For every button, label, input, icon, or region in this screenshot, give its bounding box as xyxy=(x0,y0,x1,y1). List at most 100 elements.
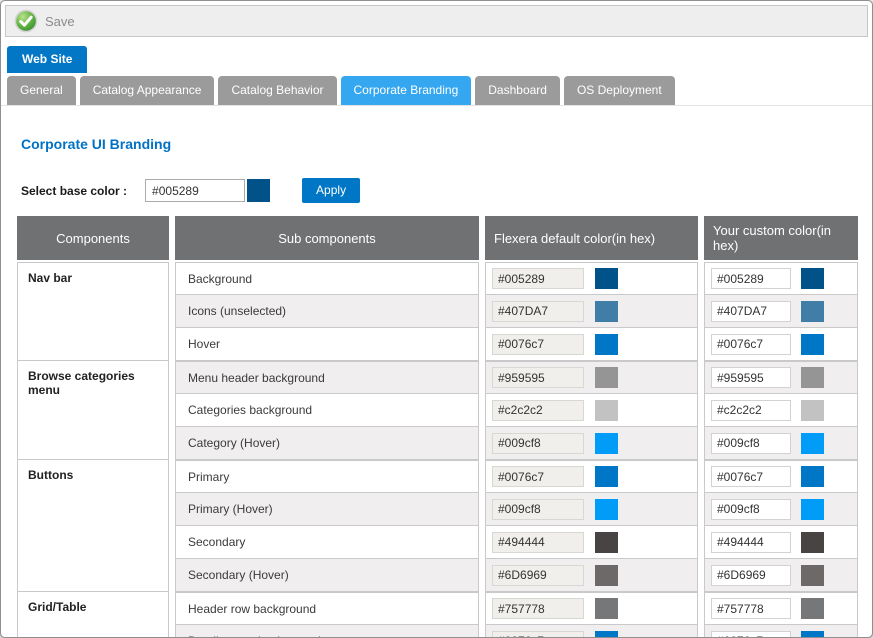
custom-color-cell xyxy=(704,427,858,460)
tab-catalog-appearance[interactable]: Catalog Appearance xyxy=(80,76,215,105)
sub-component-cell: Icons (unselected) xyxy=(175,295,479,328)
custom-color-cell xyxy=(704,460,858,493)
custom-hex-input[interactable] xyxy=(711,334,791,355)
table-row: Categories background xyxy=(175,394,858,427)
default-color-swatch xyxy=(595,499,618,520)
table-row: Secondary xyxy=(175,526,858,559)
flexera-default-cell xyxy=(485,559,698,592)
default-hex-value xyxy=(492,301,584,322)
custom-color-swatch[interactable] xyxy=(801,532,824,553)
flexera-default-cell xyxy=(485,493,698,526)
default-color-swatch xyxy=(595,466,618,487)
tab-corporate-branding[interactable]: Corporate Branding xyxy=(341,76,472,105)
default-hex-value xyxy=(492,631,584,638)
default-hex-value xyxy=(492,268,584,289)
sub-component-cell: Header row background xyxy=(175,592,479,625)
branding-table-header: Components Sub components Flexera defaul… xyxy=(17,216,858,260)
tab-bar: GeneralCatalog AppearanceCatalog Behavio… xyxy=(1,73,872,106)
custom-color-cell xyxy=(704,295,858,328)
custom-color-cell xyxy=(704,493,858,526)
base-color-row: Select base color : Apply xyxy=(21,178,856,203)
custom-color-cell xyxy=(704,361,858,394)
custom-color-swatch[interactable] xyxy=(801,433,824,454)
sub-component-cell: Banding row background xyxy=(175,625,479,638)
tab-general[interactable]: General xyxy=(7,76,76,105)
default-hex-value xyxy=(492,565,584,586)
custom-hex-input[interactable] xyxy=(711,598,791,619)
flexera-default-cell xyxy=(485,625,698,638)
save-label: Save xyxy=(45,14,75,29)
base-color-label: Select base color : xyxy=(21,184,127,198)
custom-color-swatch[interactable] xyxy=(801,367,824,388)
component-group: ButtonsPrimaryPrimary (Hover)SecondarySe… xyxy=(17,460,858,592)
save-check-icon xyxy=(14,9,38,33)
sub-component-cell: Menu header background xyxy=(175,361,479,394)
custom-color-swatch[interactable] xyxy=(801,268,824,289)
custom-hex-input[interactable] xyxy=(711,268,791,289)
custom-hex-input[interactable] xyxy=(711,499,791,520)
apply-button[interactable]: Apply xyxy=(302,178,360,203)
custom-color-swatch[interactable] xyxy=(801,565,824,586)
default-hex-value xyxy=(492,598,584,619)
custom-hex-input[interactable] xyxy=(711,301,791,322)
default-hex-value xyxy=(492,367,584,388)
tab-dashboard[interactable]: Dashboard xyxy=(475,76,560,105)
component-cell: Buttons xyxy=(17,460,169,592)
default-color-swatch xyxy=(595,268,618,289)
custom-hex-input[interactable] xyxy=(711,631,791,638)
custom-hex-input[interactable] xyxy=(711,400,791,421)
tab-os-deployment[interactable]: OS Deployment xyxy=(564,76,675,105)
tab-web-site[interactable]: Web Site xyxy=(7,46,87,73)
sub-component-cell: Secondary (Hover) xyxy=(175,559,479,592)
custom-hex-input[interactable] xyxy=(711,466,791,487)
custom-color-cell xyxy=(704,394,858,427)
custom-color-swatch[interactable] xyxy=(801,499,824,520)
default-color-swatch xyxy=(595,433,618,454)
component-group: Browse categories menuMenu header backgr… xyxy=(17,361,858,460)
table-row: Icons (unselected) xyxy=(175,295,858,328)
custom-hex-input[interactable] xyxy=(711,565,791,586)
branding-table-body: Nav barBackgroundIcons (unselected)Hover… xyxy=(17,262,858,638)
custom-color-cell xyxy=(704,625,858,638)
default-color-swatch xyxy=(595,631,618,638)
custom-hex-input[interactable] xyxy=(711,367,791,388)
base-color-swatch[interactable] xyxy=(247,179,270,202)
default-hex-value xyxy=(492,499,584,520)
flexera-default-cell xyxy=(485,328,698,361)
custom-color-swatch[interactable] xyxy=(801,334,824,355)
toolbar: Save xyxy=(5,5,868,37)
default-color-swatch xyxy=(595,400,618,421)
flexera-default-cell xyxy=(485,262,698,295)
flexera-default-cell xyxy=(485,526,698,559)
table-row: Primary (Hover) xyxy=(175,493,858,526)
custom-color-swatch[interactable] xyxy=(801,598,824,619)
header-sub-components: Sub components xyxy=(175,216,479,260)
table-row: Background xyxy=(175,262,858,295)
default-color-swatch xyxy=(595,367,618,388)
base-color-input[interactable] xyxy=(145,179,245,202)
default-color-swatch xyxy=(595,565,618,586)
sub-component-cell: Background xyxy=(175,262,479,295)
default-color-swatch xyxy=(595,301,618,322)
header-your-custom: Your custom color(in hex) xyxy=(704,216,858,260)
corporate-branding-panel: Corporate UI Branding Select base color … xyxy=(1,136,872,638)
custom-color-swatch[interactable] xyxy=(801,631,824,638)
default-color-swatch xyxy=(595,532,618,553)
tab-catalog-behavior[interactable]: Catalog Behavior xyxy=(218,76,336,105)
custom-hex-input[interactable] xyxy=(711,433,791,454)
sub-component-cell: Categories background xyxy=(175,394,479,427)
component-group: Grid/TableHeader row backgroundBanding r… xyxy=(17,592,858,638)
save-button[interactable]: Save xyxy=(14,9,75,33)
default-hex-value xyxy=(492,466,584,487)
custom-color-swatch[interactable] xyxy=(801,301,824,322)
table-row: Secondary (Hover) xyxy=(175,559,858,592)
default-hex-value xyxy=(492,433,584,454)
table-row: Category (Hover) xyxy=(175,427,858,460)
custom-color-swatch[interactable] xyxy=(801,466,824,487)
default-color-swatch xyxy=(595,598,618,619)
custom-color-swatch[interactable] xyxy=(801,400,824,421)
settings-window: Save Web Site GeneralCatalog AppearanceC… xyxy=(0,0,873,638)
table-row: Primary xyxy=(175,460,858,493)
custom-hex-input[interactable] xyxy=(711,532,791,553)
header-flexera-default: Flexera default color(in hex) xyxy=(485,216,698,260)
